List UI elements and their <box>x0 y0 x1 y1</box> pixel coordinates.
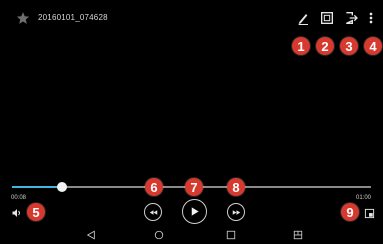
callout-badge-3: 3 <box>340 37 358 55</box>
dual-window-icon[interactable] <box>293 230 303 240</box>
callout-badge-4: 4 <box>364 37 382 55</box>
fast-forward-button[interactable] <box>227 203 245 221</box>
rewind-button[interactable] <box>144 203 162 221</box>
callout-badge-6: 6 <box>145 178 163 196</box>
current-time: 00:08 <box>11 195 27 201</box>
video-player-screen[interactable]: 20160101_074628 1 2 3 4 00:08 01:00 5 6 … <box>0 0 383 244</box>
share-icon[interactable] <box>343 10 359 26</box>
fast-forward-icon <box>232 209 240 215</box>
more-vert-icon[interactable] <box>366 10 376 26</box>
duration-time: 01:00 <box>356 195 372 201</box>
callout-badge-8: 8 <box>227 178 245 196</box>
video-title: 20160101_074628 <box>38 13 108 22</box>
volume-icon[interactable] <box>11 207 23 219</box>
popup-play-icon[interactable] <box>364 208 375 219</box>
back-triangle-icon[interactable] <box>86 230 96 240</box>
top-bar: 20160101_074628 1 2 3 4 <box>0 0 383 55</box>
seek-progress <box>12 186 63 188</box>
callout-badge-9: 9 <box>341 203 359 221</box>
capture-icon[interactable] <box>319 10 335 26</box>
seek-thumb[interactable] <box>57 182 68 192</box>
home-circle-icon[interactable] <box>154 230 164 240</box>
callout-badge-1: 1 <box>292 37 310 55</box>
recent-square-icon[interactable] <box>226 230 236 240</box>
callout-badge-7: 7 <box>185 178 203 196</box>
play-button[interactable] <box>182 199 207 224</box>
system-nav-bar <box>0 226 383 244</box>
callout-badge-5: 5 <box>27 203 45 221</box>
play-icon <box>191 207 199 216</box>
callout-badge-2: 2 <box>316 37 334 55</box>
pencil-icon[interactable] <box>296 10 312 26</box>
star-icon[interactable] <box>16 11 30 25</box>
rewind-icon <box>149 209 157 215</box>
